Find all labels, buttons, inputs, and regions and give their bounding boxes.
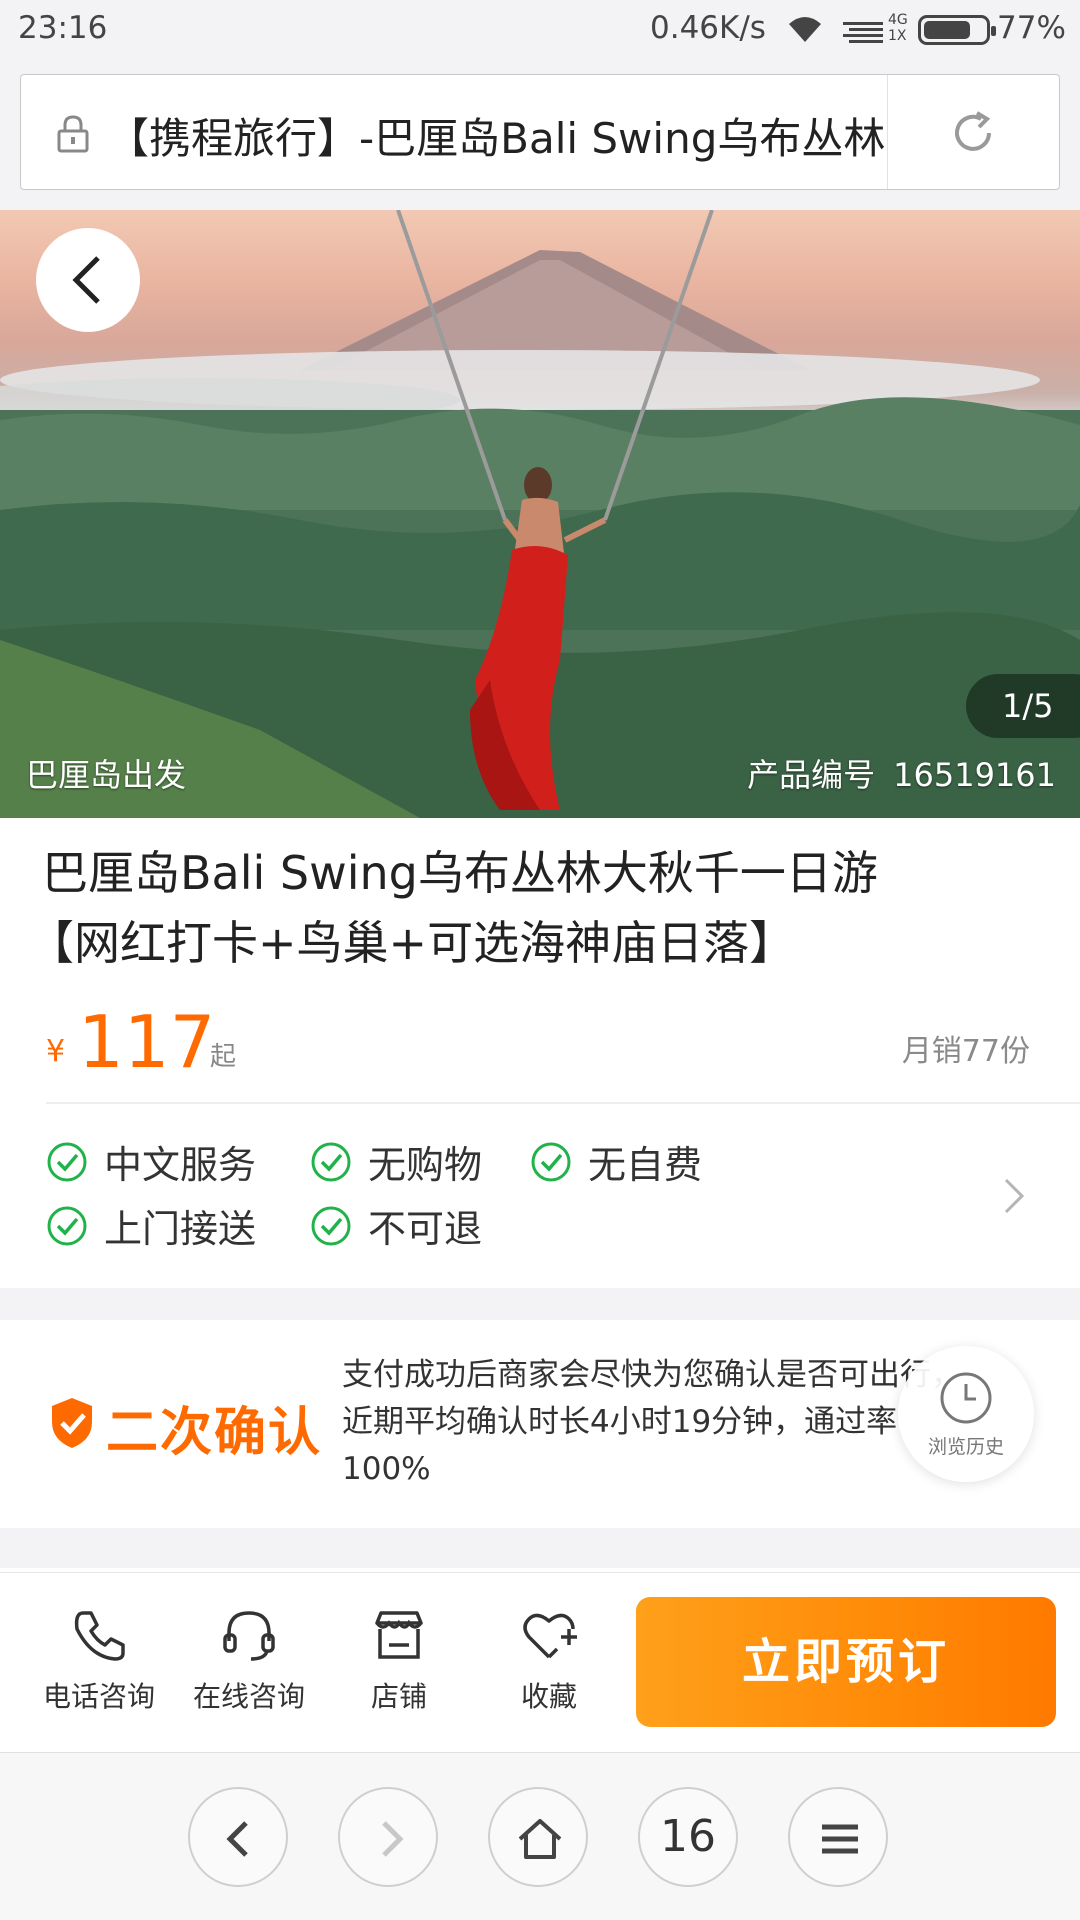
menu-icon (822, 1824, 858, 1854)
history-label: 浏览历史 (927, 1436, 1004, 1458)
browser-menu-button[interactable] (788, 1787, 888, 1887)
chevron-left-icon (72, 256, 100, 304)
battery-icon (918, 15, 996, 45)
product-id: 产品编号 16519161 (747, 756, 1056, 794)
confirm-text: 支付成功后商家会尽快为您确认是否可出行，近期平均确认时长4小时19分钟，通过率1… (342, 1357, 962, 1487)
service-tag-label: 中文服务 (104, 1143, 257, 1187)
browser-home-button[interactable] (488, 1787, 588, 1887)
clock-icon (940, 1372, 992, 1424)
headset-icon (223, 1611, 275, 1661)
check-circle-icon (47, 1206, 87, 1246)
address-bar[interactable]: 【携程旅行】-巴厘岛Bali Swing乌布丛林大秋千一日游 (20, 74, 1060, 190)
browser-address-area: 【携程旅行】-巴厘岛Bali Swing乌布丛林大秋千一日游 (0, 62, 1080, 210)
service-tag-label: 不可退 (368, 1207, 483, 1251)
chevron-right-icon[interactable] (1002, 1176, 1026, 1216)
confirm-title: 二次确认 (106, 1403, 323, 1463)
status-bar: 23:16 0.46K/s 4G 1X 77% (0, 0, 1080, 62)
hero-illustration (0, 210, 1080, 818)
monthly-sales: 月销77份 (901, 1034, 1030, 1069)
heart-plus-icon (523, 1613, 577, 1659)
browser-forward-button[interactable] (338, 1787, 438, 1887)
check-circle-icon (311, 1206, 351, 1246)
service-tag-label: 无购物 (368, 1143, 483, 1187)
product-title: 巴厘岛Bali Swing乌布丛林大秋千一日游 【网红打卡+鸟巢+可选海神庙日落… (28, 846, 878, 970)
service-tag-label: 上门接送 (104, 1207, 257, 1251)
departure-label: 巴厘岛出发 (26, 756, 187, 794)
battery-percent: 77% (997, 10, 1066, 46)
phone-consult-button[interactable]: 电话咨询 (24, 1603, 174, 1723)
section-gap (0, 1528, 1080, 1568)
lock-icon (57, 115, 89, 153)
status-net-speed: 0.46K/s (650, 10, 766, 46)
browser-tabs-button[interactable]: 16 (638, 1787, 738, 1887)
chevron-left-icon (226, 1821, 248, 1857)
section-gap (0, 1288, 1080, 1320)
back-button[interactable] (36, 228, 140, 332)
hero-image[interactable]: 1/5 巴厘岛出发 产品编号 16519161 (0, 210, 1080, 818)
home-icon (518, 1819, 562, 1859)
divider (46, 1102, 1080, 1104)
history-button[interactable]: 浏览历史 (898, 1346, 1034, 1482)
browser-nav-bar: 16 (0, 1752, 1080, 1920)
check-circle-icon (531, 1142, 571, 1182)
chevron-right-icon (382, 1821, 404, 1857)
signal-icon (843, 22, 883, 43)
store-icon (375, 1611, 423, 1659)
favorite-button[interactable]: 收藏 (474, 1603, 624, 1723)
currency-symbol: ¥ (46, 1034, 66, 1069)
address-divider (887, 75, 888, 189)
wifi-icon (789, 17, 821, 42)
price-suffix: 起 (210, 1042, 237, 1072)
online-consult-button[interactable]: 在线咨询 (174, 1603, 324, 1723)
browser-back-button[interactable] (188, 1787, 288, 1887)
page-url[interactable]: 【携程旅行】-巴厘岛Bali Swing乌布丛林大秋千一日游 (107, 105, 887, 166)
book-now-button[interactable]: 立即预订 (636, 1597, 1056, 1727)
action-bar: 电话咨询 在线咨询 店铺 收藏 立即预订 (0, 1572, 1080, 1752)
shield-check-icon (52, 1398, 92, 1448)
network-type: 4G 1X (888, 12, 908, 44)
check-circle-icon (311, 1142, 351, 1182)
check-circle-icon (47, 1142, 87, 1182)
status-time: 23:16 (18, 10, 108, 46)
phone-icon (74, 1611, 125, 1661)
price-value: 117 (78, 1000, 216, 1084)
tab-count: 16 (660, 1811, 716, 1862)
image-counter: 1/5 (966, 674, 1080, 738)
store-button[interactable]: 店铺 (324, 1603, 474, 1723)
service-tag-label: 无自费 (588, 1143, 703, 1187)
reload-icon[interactable] (951, 111, 995, 155)
